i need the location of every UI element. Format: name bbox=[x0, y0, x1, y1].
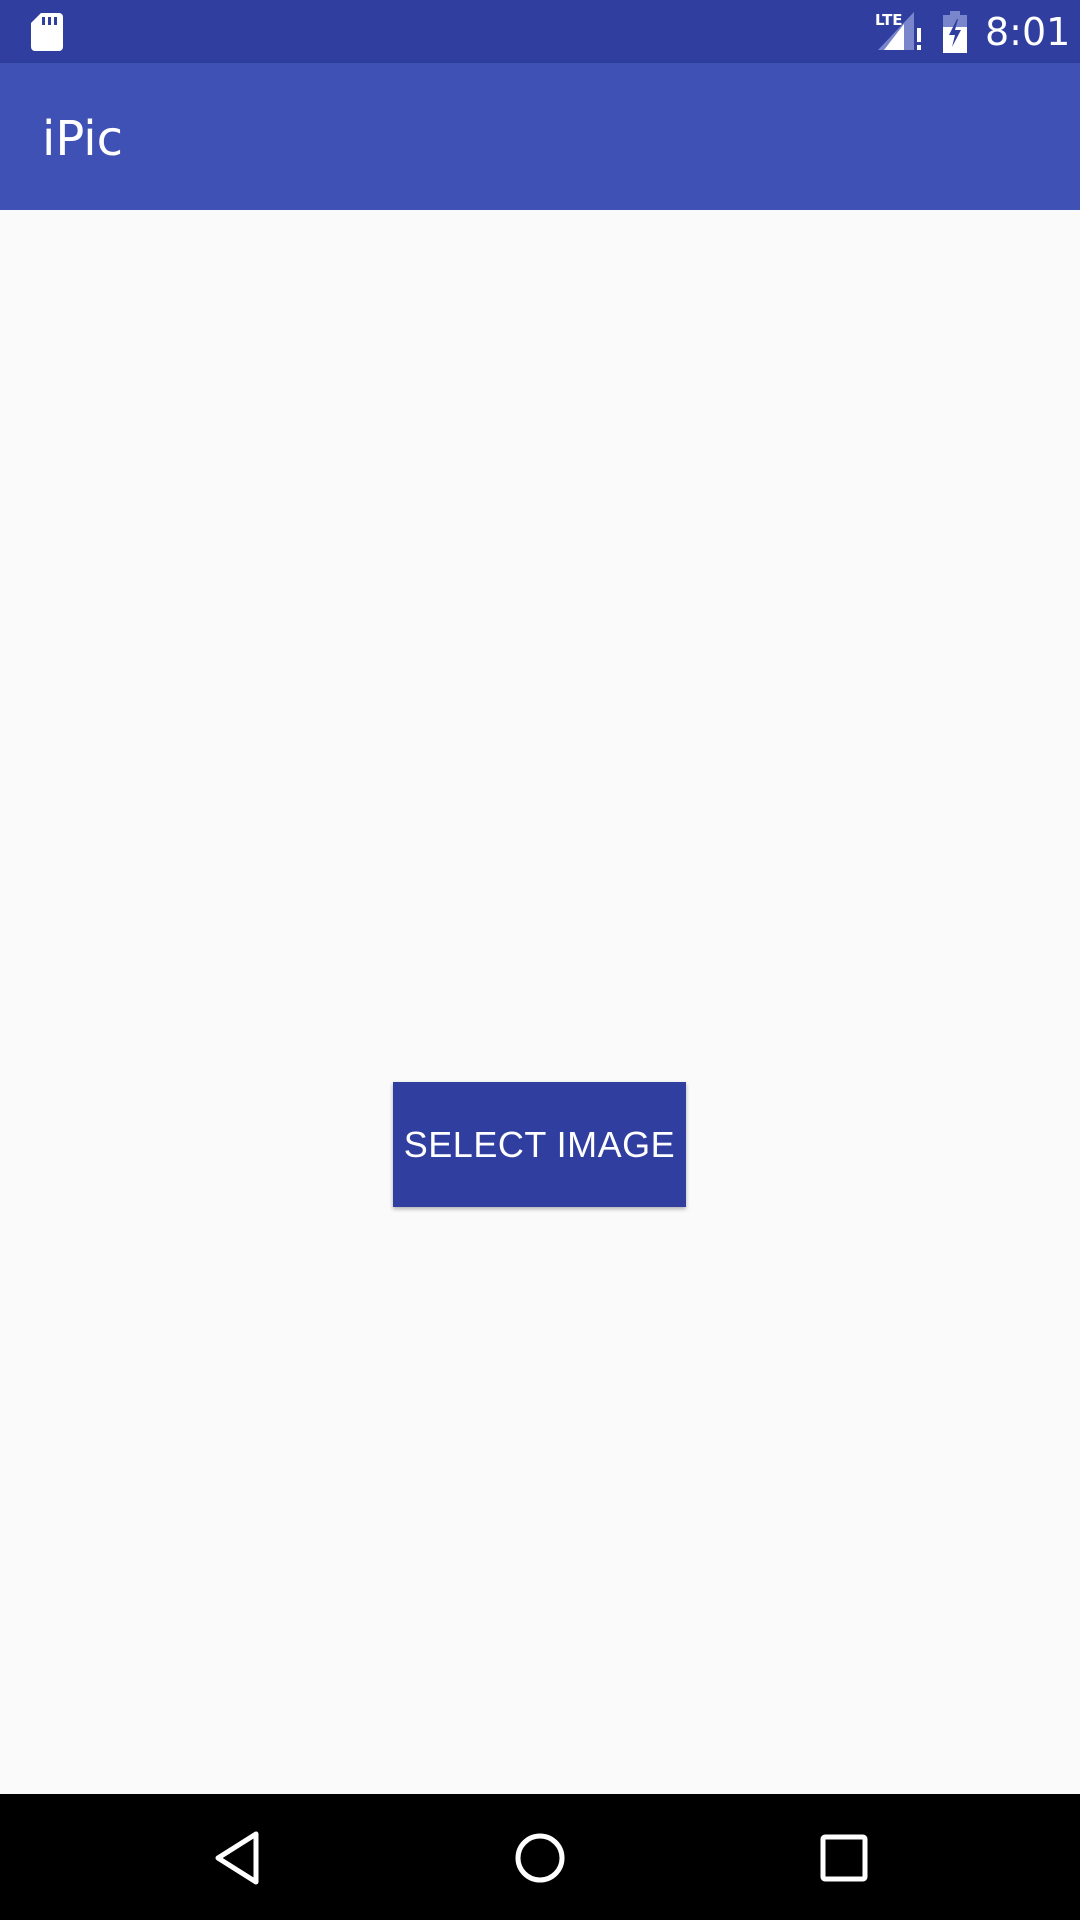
lte-signal-icon: LTE bbox=[875, 11, 921, 50]
screen: LTE 8:01 iPic SELECT IMAGE bbox=[0, 0, 1080, 1920]
battery-charging-icon bbox=[943, 11, 967, 53]
recents-icon[interactable] bbox=[817, 1831, 871, 1885]
app-bar: iPic bbox=[0, 63, 1080, 210]
status-bar: LTE 8:01 bbox=[0, 0, 1080, 63]
home-icon[interactable] bbox=[512, 1830, 568, 1886]
lte-label: LTE bbox=[875, 11, 903, 29]
status-clock: 8:01 bbox=[985, 10, 1071, 54]
app-title: iPic bbox=[42, 111, 123, 167]
main-content bbox=[0, 210, 1080, 1794]
select-image-button[interactable]: SELECT IMAGE bbox=[393, 1082, 686, 1207]
sd-card-icon bbox=[31, 13, 63, 51]
back-icon[interactable] bbox=[210, 1830, 266, 1886]
